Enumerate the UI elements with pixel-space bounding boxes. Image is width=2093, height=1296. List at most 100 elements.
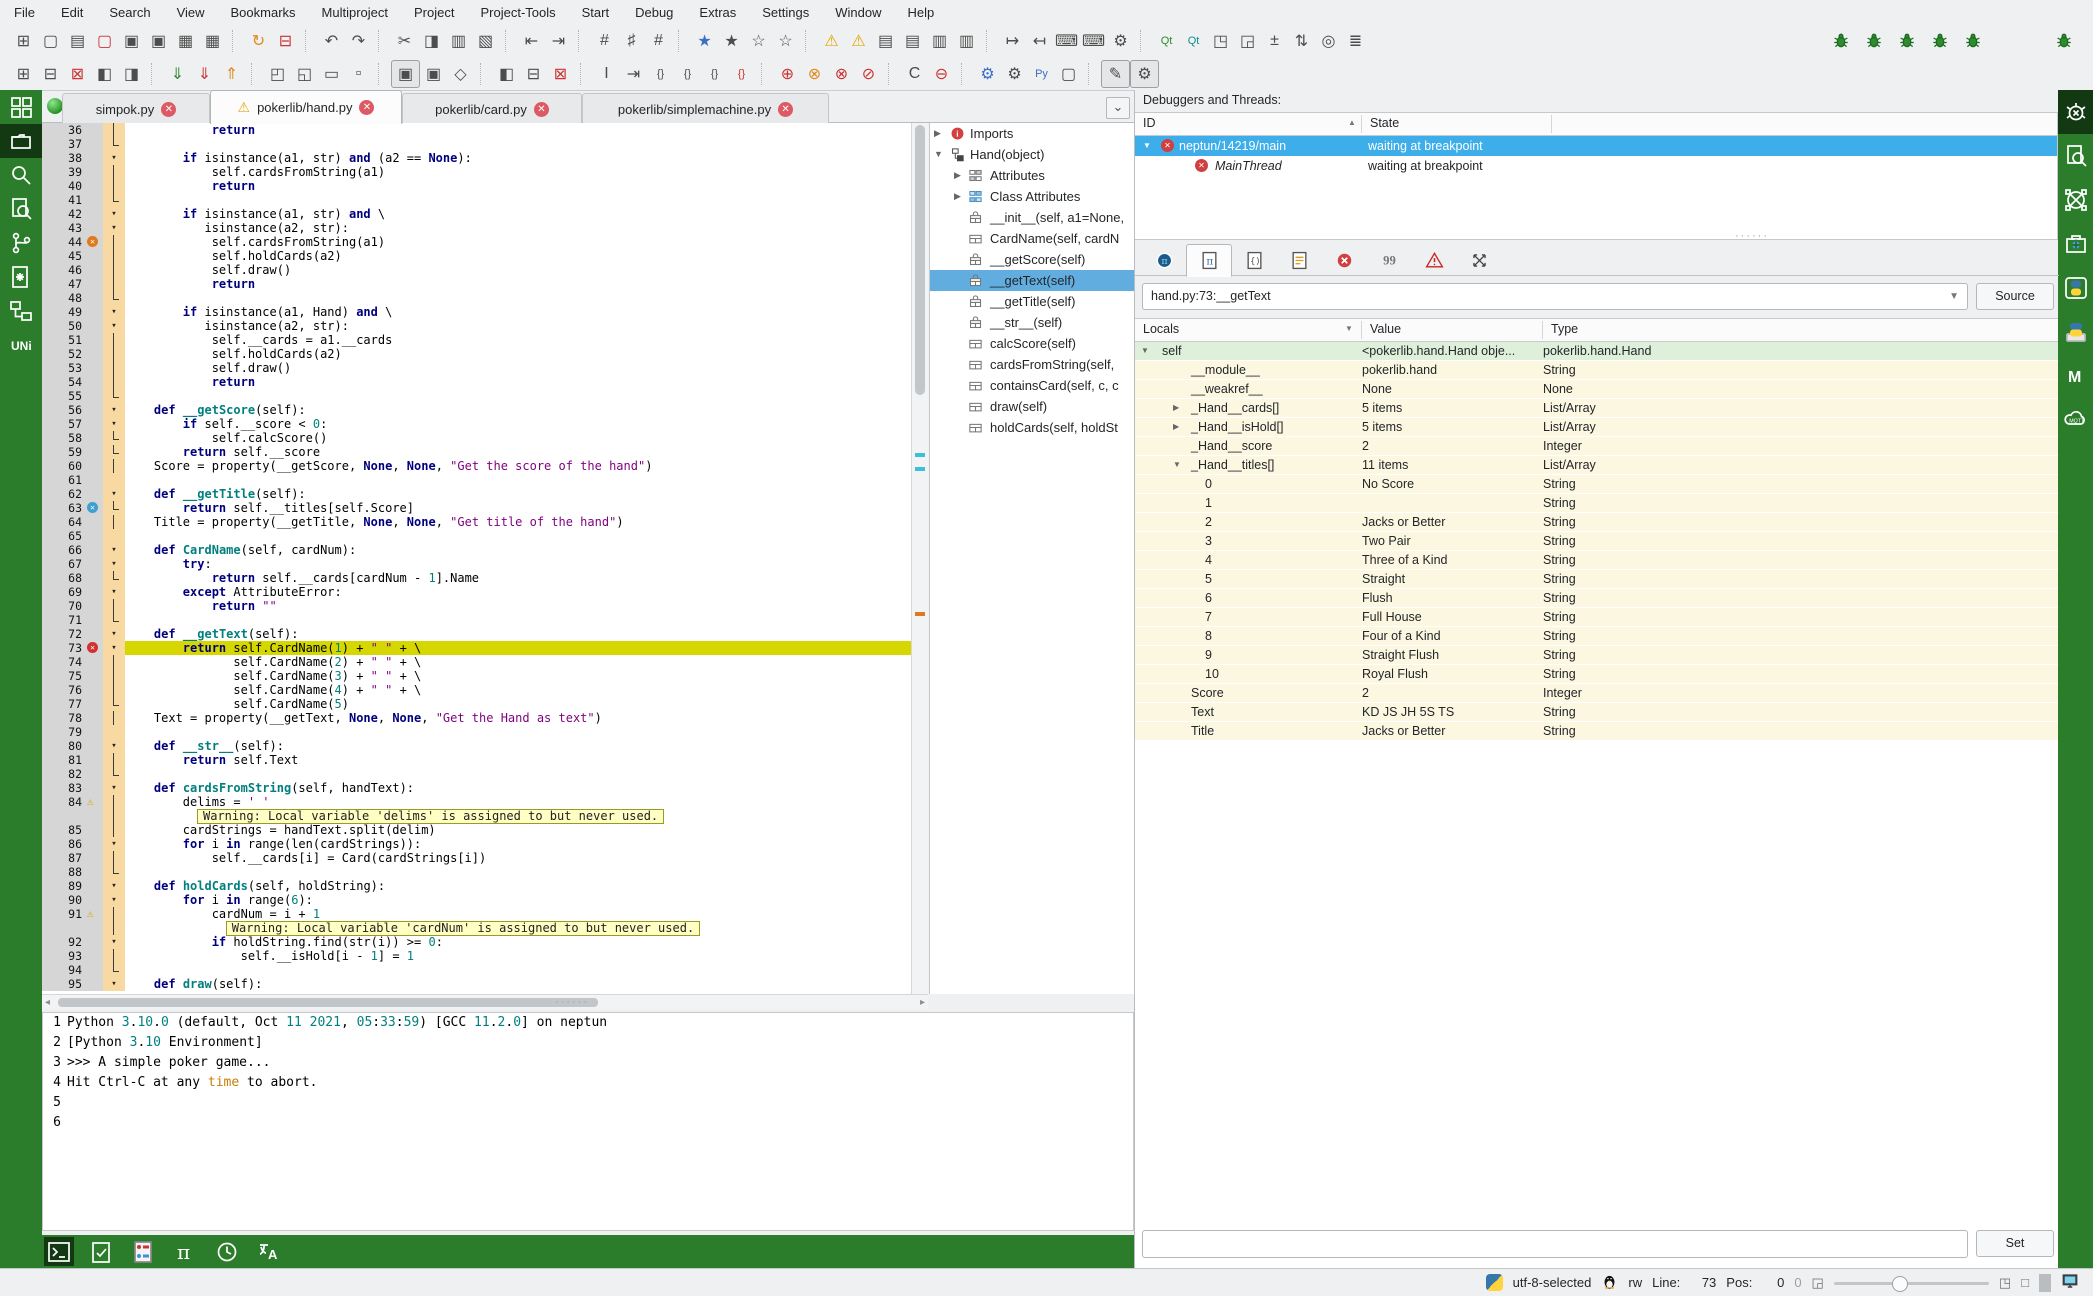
change-next-icon[interactable]: ▥ — [926, 28, 953, 54]
warning-prev-icon[interactable]: ⚠ — [845, 28, 872, 54]
line-badge[interactable] — [85, 963, 103, 977]
code-text[interactable]: if holdString.find(str(i)) >= 0: — [125, 935, 911, 949]
line-badge[interactable] — [85, 767, 103, 781]
line-number[interactable]: 83 — [42, 781, 85, 795]
project-viewer-icon[interactable] — [0, 124, 42, 158]
line-number[interactable]: 95 — [42, 977, 85, 991]
line-number[interactable]: 85 — [42, 823, 85, 837]
line-number[interactable]: 57 — [42, 417, 85, 431]
fold-marker[interactable] — [103, 515, 125, 529]
splitter-handle[interactable]: ······ — [555, 996, 589, 1008]
code-line[interactable]: 43 ▾ isinstance(a2, str): — [42, 221, 911, 235]
line-badge[interactable] — [85, 165, 103, 179]
fold-marker[interactable] — [103, 193, 125, 207]
line-badge[interactable] — [85, 417, 103, 431]
line-badge[interactable] — [85, 949, 103, 963]
fold-marker[interactable]: ▾ — [103, 935, 125, 949]
variables-table-header[interactable]: Locals ▼ Value Type — [1135, 319, 2058, 342]
expander-icon[interactable]: ▶ — [934, 123, 941, 144]
brace-prev-icon[interactable]: {} — [701, 61, 728, 87]
code-line[interactable]: 55 — [42, 389, 911, 403]
console-line[interactable]: 3 >>> A simple poker game... — [43, 1053, 1133, 1073]
line-number[interactable]: 58 — [42, 431, 85, 445]
close-group-icon[interactable]: ⊠ — [64, 61, 91, 87]
menu-extras[interactable]: Extras — [699, 5, 736, 20]
fold-marker[interactable]: ▾ — [103, 207, 125, 221]
code-text[interactable]: self.__cards[i] = Card(cardStrings[i]) — [125, 851, 911, 865]
fold-marker[interactable] — [103, 333, 125, 347]
code-line[interactable]: 58 self.calcScore() — [42, 431, 911, 445]
expander-icon[interactable]: ▶ — [1173, 399, 1179, 417]
new-group-icon[interactable]: ⊞ — [10, 61, 37, 87]
line-number[interactable]: 92 — [42, 935, 85, 949]
line-number[interactable]: 71 — [42, 613, 85, 627]
tab-pokerlib-card-py[interactable]: pokerlib/card.py ✕ — [402, 93, 582, 124]
code-line[interactable]: 95 ▾ def draw(self): — [42, 977, 911, 991]
line-number[interactable]: 74 — [42, 655, 85, 669]
code-text[interactable]: self.draw() — [125, 361, 911, 375]
menu-help[interactable]: Help — [907, 5, 934, 20]
line-badge[interactable] — [85, 837, 103, 851]
line-badge[interactable] — [85, 375, 103, 389]
menu-project-tools[interactable]: Project-Tools — [480, 5, 555, 20]
task-next-icon[interactable]: ▤ — [872, 28, 899, 54]
redo-icon[interactable]: ↷ — [345, 28, 372, 54]
qt-linguist-icon[interactable]: Qt — [1180, 28, 1207, 54]
split-view-icon[interactable]: ⊟ — [520, 61, 547, 87]
outline-item[interactable]: draw(self) — [930, 396, 1134, 417]
close-icon[interactable]: ✕ — [359, 100, 375, 115]
line-badge[interactable] — [85, 543, 103, 557]
editor-horizontal-scrollbar[interactable]: ◂ ▸ — [42, 994, 928, 1009]
frame-icon[interactable]: ▭ — [318, 61, 345, 87]
outline-item[interactable]: ▼ Hand(object) — [930, 144, 1134, 165]
ui-preview-icon[interactable]: ◳ — [1207, 28, 1234, 54]
tab-pokerlib-hand-py[interactable]: ⚠ pokerlib/hand.py ✕ — [210, 90, 402, 124]
fold-marker[interactable] — [103, 529, 125, 543]
line-number[interactable]: 66 — [42, 543, 85, 557]
line-badge[interactable] — [85, 823, 103, 837]
variable-row[interactable]: 0 No Score String — [1135, 475, 2058, 494]
column-id[interactable]: ID — [1135, 113, 1156, 134]
code-text[interactable]: isinstance(a2, str): — [125, 319, 911, 333]
fold-marker[interactable] — [103, 655, 125, 669]
line-badge[interactable]: ✕ — [85, 235, 103, 249]
copy-icon[interactable]: ◨ — [418, 28, 445, 54]
close-file-icon[interactable]: ▢ — [91, 28, 118, 54]
menu-start[interactable]: Start — [582, 5, 609, 20]
code-metrics-icon[interactable] — [2058, 134, 2093, 178]
code-line[interactable]: 91 ⚠ cardNum = i + 1 — [42, 907, 911, 921]
line-badge[interactable] — [85, 557, 103, 571]
caret-icon[interactable]: I — [593, 61, 620, 87]
db-push-icon[interactable]: ⇓ — [191, 61, 218, 87]
code-line[interactable]: 47 return — [42, 277, 911, 291]
code-line[interactable]: 41 — [42, 193, 911, 207]
code-text[interactable]: for i in range(6): — [125, 893, 911, 907]
variable-row[interactable]: 4 Three of a Kind String — [1135, 551, 2058, 570]
code-line[interactable]: 90 ▾ for i in range(6): — [42, 893, 911, 907]
code-line[interactable]: 36 return — [42, 123, 911, 137]
line-badge[interactable] — [85, 263, 103, 277]
code-text[interactable] — [125, 767, 911, 781]
code-text[interactable]: return — [125, 375, 911, 389]
qt-designer-icon[interactable]: Qt — [1153, 28, 1180, 54]
code-text[interactable]: for i in range(len(cardStrings)): — [125, 837, 911, 851]
fold-marker[interactable] — [103, 823, 125, 837]
threads-table-header[interactable]: ID ▲ State — [1135, 113, 2057, 136]
code-editor[interactable]: 36 return 37 38 ▾ if isinstance(a1, str) an… — [42, 123, 911, 994]
fold-marker[interactable]: ▾ — [103, 585, 125, 599]
fold-marker[interactable] — [103, 501, 125, 515]
splitter-handle[interactable]: ······ — [1735, 230, 1769, 242]
line-badge[interactable] — [85, 403, 103, 417]
code-line[interactable]: 88 — [42, 865, 911, 879]
line-badge[interactable] — [85, 627, 103, 641]
line-number[interactable]: 69 — [42, 585, 85, 599]
line-number[interactable]: 63 — [42, 501, 85, 515]
code-line[interactable]: 85 cardStrings = handText.split(delim) — [42, 823, 911, 837]
code-line[interactable]: 51 self.__cards = a1.__cards — [42, 333, 911, 347]
menu-search[interactable]: Search — [109, 5, 150, 20]
line-number[interactable]: 46 — [42, 263, 85, 277]
code-line[interactable]: 92 ▾ if holdString.find(str(i)) >= 0: — [42, 935, 911, 949]
variable-row[interactable]: __weakref__ None None — [1135, 380, 2058, 399]
line-number[interactable]: 89 — [42, 879, 85, 893]
tab-call-trace[interactable] — [1276, 244, 1322, 277]
